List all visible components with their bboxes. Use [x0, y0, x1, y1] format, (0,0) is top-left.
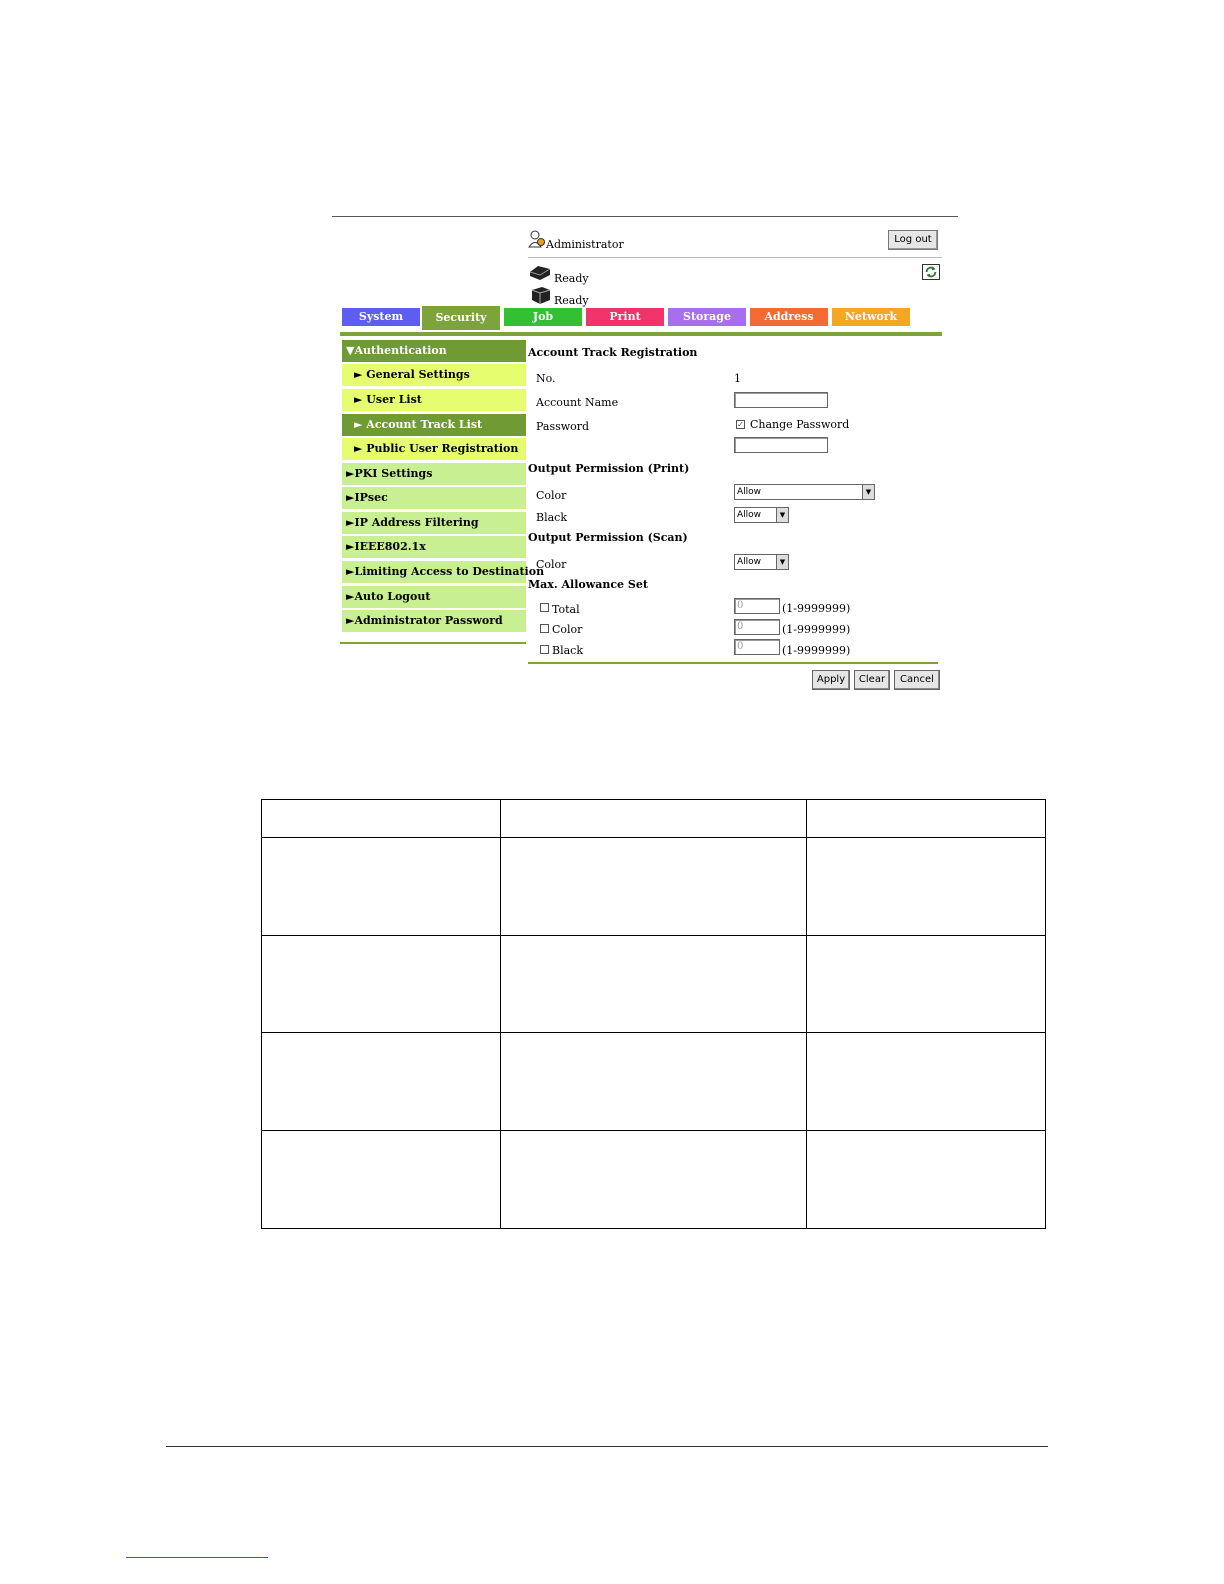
scanner-status-text: Ready	[554, 294, 589, 307]
sidebar-item-general-settings[interactable]: ► General Settings	[342, 364, 526, 386]
chevron-down-icon: ▼	[776, 555, 788, 569]
sidebar-item-auto-logout[interactable]: ►Auto Logout	[342, 586, 526, 608]
table-row-divider	[262, 1130, 1045, 1131]
total-range: (1-9999999)	[782, 602, 851, 615]
sidebar-item-pki-settings[interactable]: ►PKI Settings	[342, 463, 526, 485]
sidebar-item-authentication[interactable]: ▼Authentication	[342, 340, 526, 362]
max-allowance-heading: Max. Allowance Set	[528, 578, 648, 591]
black-label: Black	[552, 644, 583, 657]
table-row-divider	[262, 837, 1045, 838]
clear-button[interactable]: Clear	[854, 670, 890, 690]
color-range: (1-9999999)	[782, 623, 851, 636]
scan-color-label: Color	[536, 558, 567, 571]
password-input[interactable]	[734, 437, 828, 453]
tab-network[interactable]: Network	[832, 308, 910, 326]
print-color-select[interactable]: Allow ▼	[734, 484, 875, 500]
total-checkbox[interactable]	[540, 603, 549, 612]
print-permission-heading: Output Permission (Print)	[528, 462, 690, 475]
sidebar-item-limiting-access[interactable]: ►Limiting Access to Destination	[342, 561, 544, 583]
no-value: 1	[734, 372, 741, 385]
logout-button[interactable]: Log out	[888, 230, 938, 250]
tab-security[interactable]: Security	[422, 306, 500, 330]
password-label: Password	[536, 420, 590, 433]
footer-rule	[166, 1446, 1048, 1447]
account-name-input[interactable]	[734, 392, 828, 408]
change-password-checkbox[interactable]: ✓	[736, 420, 745, 429]
color-checkbox[interactable]	[540, 624, 549, 633]
apply-button[interactable]: Apply	[812, 670, 850, 690]
top-divider	[332, 216, 958, 217]
sidebar-item-account-track-list[interactable]: ► Account Track List	[342, 414, 526, 436]
print-color-label: Color	[536, 489, 567, 502]
form-bottom-rule	[528, 662, 938, 664]
tab-storage[interactable]: Storage	[668, 308, 746, 326]
color-label: Color	[552, 623, 583, 636]
black-checkbox[interactable]	[540, 645, 549, 654]
sidebar-item-public-user-registration[interactable]: ► Public User Registration	[342, 438, 526, 460]
tab-address[interactable]: Address	[750, 308, 828, 326]
total-input[interactable]: 0	[734, 598, 780, 614]
scan-permission-heading: Output Permission (Scan)	[528, 531, 688, 544]
table-column-divider	[500, 800, 501, 1228]
administrator-label: Administrator	[546, 238, 624, 251]
total-label: Total	[552, 603, 580, 616]
tab-job[interactable]: Job	[504, 308, 582, 326]
tab-system[interactable]: System	[342, 308, 420, 326]
sidebar-item-ipsec[interactable]: ►IPsec	[342, 487, 526, 509]
account-name-label: Account Name	[536, 396, 619, 409]
print-black-label: Black	[536, 511, 567, 524]
footer-link-underline	[126, 1557, 268, 1558]
tab-underline	[340, 332, 942, 336]
chevron-down-icon: ▼	[776, 508, 788, 522]
scan-color-select[interactable]: Allow ▼	[734, 554, 789, 570]
sidebar-item-ip-address-filtering[interactable]: ►IP Address Filtering	[342, 512, 526, 534]
sidebar-bottom-rule	[340, 642, 526, 644]
administrator-icon	[528, 230, 545, 248]
color-input[interactable]: 0	[734, 619, 780, 635]
cancel-button[interactable]: Cancel	[894, 670, 940, 690]
tab-print[interactable]: Print	[586, 308, 664, 326]
sidebar-item-administrator-password[interactable]: ►Administrator Password	[342, 610, 526, 632]
main-tabs: System Security Job Print Storage Addres…	[342, 306, 942, 332]
web-ui-screenshot: Administrator Log out Ready Ready System…	[332, 216, 958, 696]
table-row-divider	[262, 1032, 1045, 1033]
no-label: No.	[536, 372, 556, 385]
empty-table	[261, 799, 1046, 1229]
printer-status-text: Ready	[554, 272, 589, 285]
black-input[interactable]: 0	[734, 639, 780, 655]
scanner-icon	[531, 287, 551, 304]
black-range: (1-9999999)	[782, 644, 851, 657]
table-column-divider	[806, 800, 807, 1228]
table-row-divider	[262, 935, 1045, 936]
change-password-label: Change Password	[750, 418, 850, 431]
print-black-select[interactable]: Allow ▼	[734, 507, 789, 523]
refresh-icon[interactable]	[922, 264, 940, 280]
form-title: Account Track Registration	[528, 346, 698, 359]
printer-icon	[529, 266, 551, 280]
admin-bar: Administrator Log out	[528, 230, 942, 258]
chevron-down-icon: ▼	[862, 485, 874, 499]
sidebar-item-user-list[interactable]: ► User List	[342, 389, 526, 411]
sidebar-item-ieee8021x[interactable]: ►IEEE802.1x	[342, 536, 526, 558]
